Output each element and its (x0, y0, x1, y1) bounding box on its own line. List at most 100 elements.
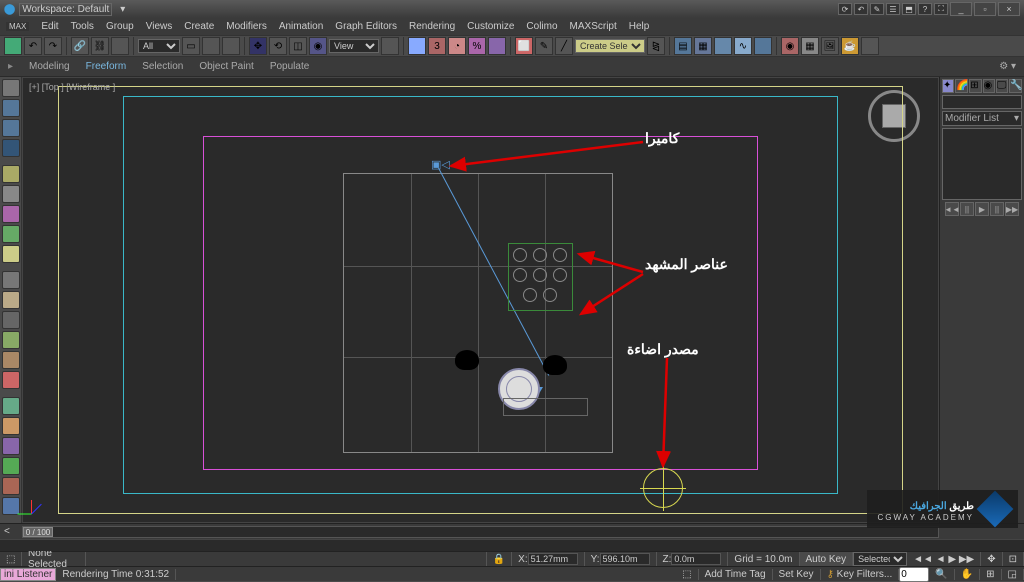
qa-icon[interactable]: ? (918, 3, 932, 15)
qa-icon[interactable]: ⟳ (838, 3, 852, 15)
undo-icon[interactable]: ↶ (24, 37, 42, 55)
angle-snap-icon[interactable]: ◔ (448, 37, 466, 55)
selection-filter[interactable]: All (138, 39, 180, 53)
menu-colimo[interactable]: Colimo (526, 21, 557, 32)
select-icon[interactable]: ▭ (182, 37, 200, 55)
menu-customize[interactable]: Customize (467, 21, 514, 32)
menu-edit[interactable]: Edit (41, 21, 58, 32)
ribbon-modeling[interactable]: Modeling (29, 61, 70, 72)
tool-icon[interactable] (754, 37, 772, 55)
track-bar[interactable] (0, 539, 1024, 551)
lb-icon[interactable] (2, 79, 20, 97)
curve-editor-icon[interactable]: ∿ (734, 37, 752, 55)
play-controls[interactable]: ◄◄ ◄ ▶ ▶▶ (907, 552, 981, 566)
lb-icon[interactable] (2, 477, 20, 495)
scale-icon[interactable]: ◫ (289, 37, 307, 55)
close-button[interactable]: × (998, 2, 1020, 16)
x-coord-field[interactable] (528, 553, 578, 565)
lb-icon[interactable] (2, 457, 20, 475)
lb-icon[interactable] (2, 351, 20, 369)
menu-animation[interactable]: Animation (279, 21, 323, 32)
percent-snap-icon[interactable]: % (468, 37, 486, 55)
lb-icon[interactable] (2, 185, 20, 203)
motion-tab-icon[interactable]: ◉ (983, 79, 995, 93)
align-icon[interactable]: ▤ (674, 37, 692, 55)
qa-icon[interactable]: ⛶ (934, 3, 948, 15)
menu-maxscript[interactable]: MAXScript (570, 21, 617, 32)
lb-icon[interactable] (2, 119, 20, 137)
menu-rendering[interactable]: Rendering (409, 21, 455, 32)
qa-icon[interactable]: ⬒ (902, 3, 916, 15)
expand-icon[interactable]: ▸ (8, 61, 13, 72)
redo-icon[interactable]: ↷ (44, 37, 62, 55)
lb-icon[interactable] (2, 371, 20, 389)
material-editor-icon[interactable]: ◉ (781, 37, 799, 55)
lb-icon[interactable] (2, 99, 20, 117)
qa-icon[interactable]: ✎ (870, 3, 884, 15)
tool-icon[interactable] (408, 37, 426, 55)
lb-icon[interactable] (2, 271, 20, 289)
rotate-icon[interactable]: ⟲ (269, 37, 287, 55)
menu-grapheditors[interactable]: Graph Editors (335, 21, 397, 32)
qa-icon[interactable]: ☰ (886, 3, 900, 15)
frame-field[interactable] (899, 567, 929, 582)
tool-icon[interactable]: ╱ (555, 37, 573, 55)
modifier-stack[interactable] (942, 128, 1022, 200)
lb-icon[interactable] (2, 225, 20, 243)
keymode-dropdown[interactable]: Selected (853, 552, 907, 566)
lb-icon[interactable] (2, 139, 20, 157)
mirror-icon[interactable]: ⧎ (647, 37, 665, 55)
lb-icon[interactable] (2, 291, 20, 309)
ribbon-freeform[interactable]: Freeform (86, 61, 127, 72)
named-selection[interactable]: Create Selectio (575, 39, 645, 53)
maximize-button[interactable]: ▫ (974, 2, 996, 16)
modify-tab-icon[interactable]: 🌈 (955, 79, 968, 93)
nav-icon[interactable]: ◲ (1002, 569, 1024, 580)
setkey-button[interactable]: Set Key (773, 569, 821, 580)
tool-icon[interactable] (861, 37, 879, 55)
lb-icon[interactable] (2, 331, 20, 349)
tool-icon[interactable] (4, 37, 22, 55)
show-end-icon[interactable]: || (960, 202, 974, 216)
nav-icon[interactable]: ⊞ (980, 569, 1001, 580)
unique-icon[interactable]: ▶ (975, 202, 989, 216)
app-menu-icon[interactable]: MAX (6, 22, 29, 31)
render-icon[interactable]: ☕ (841, 37, 859, 55)
autokey-button[interactable]: Auto Key (800, 552, 854, 566)
lb-icon[interactable] (2, 245, 20, 263)
lock-icon[interactable]: 🔒 (487, 552, 512, 566)
prompt-icon[interactable]: ⬚ (0, 552, 22, 566)
time-handle[interactable]: 0 / 100 (23, 527, 53, 537)
z-coord-field[interactable] (671, 553, 721, 565)
snap-icon[interactable]: 3 (428, 37, 446, 55)
isolate-icon[interactable]: ⬚ (676, 569, 698, 580)
hierarchy-tab-icon[interactable]: ⊞ (969, 79, 981, 93)
move-icon[interactable]: ✥ (249, 37, 267, 55)
unlink-icon[interactable]: ⛓ (91, 37, 109, 55)
nav-icon[interactable]: ✥ (981, 552, 1002, 566)
menu-modifiers[interactable]: Modifiers (226, 21, 267, 32)
workspace-arrow-icon[interactable]: ▾ (120, 4, 125, 15)
lb-icon[interactable] (2, 397, 20, 415)
lb-icon[interactable] (2, 497, 20, 515)
nav-icon[interactable]: 🔍 (929, 569, 954, 580)
lb-icon[interactable] (2, 205, 20, 223)
workspace-dropdown[interactable]: Workspace: Default (19, 3, 112, 16)
tool-icon[interactable] (222, 37, 240, 55)
tool-icon[interactable]: ◉ (309, 37, 327, 55)
lb-icon[interactable] (2, 437, 20, 455)
tool-icon[interactable] (111, 37, 129, 55)
tool-icon[interactable] (714, 37, 732, 55)
keyfilters-button[interactable]: ⚷ Key Filters... (821, 569, 900, 580)
menu-create[interactable]: Create (184, 21, 214, 32)
menu-group[interactable]: Group (106, 21, 134, 32)
ribbon-selection[interactable]: Selection (142, 61, 183, 72)
ribbon-opts-icon[interactable]: ⚙ ▾ (999, 61, 1016, 72)
lb-icon[interactable] (2, 165, 20, 183)
create-tab-icon[interactable]: ✦ (942, 79, 954, 93)
qa-icon[interactable]: ↶ (854, 3, 868, 15)
object-name-field[interactable] (942, 95, 1022, 109)
lb-icon[interactable] (2, 417, 20, 435)
tool-icon[interactable] (202, 37, 220, 55)
tool-icon[interactable] (381, 37, 399, 55)
